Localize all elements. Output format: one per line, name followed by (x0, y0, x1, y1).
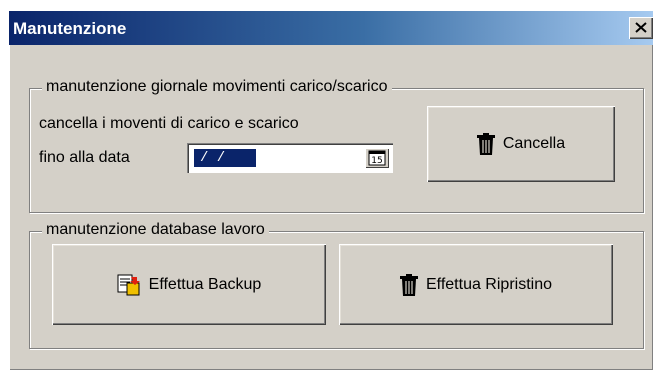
calendar-icon: 15 (368, 150, 386, 166)
backup-button[interactable]: Effettua Backup (52, 244, 326, 325)
date-label: fino alla data (39, 149, 130, 166)
window-title: Manutenzione (13, 19, 127, 38)
close-icon (635, 22, 647, 33)
restore-button[interactable]: Effettua Ripristino (339, 244, 613, 325)
svg-text:15: 15 (371, 156, 382, 166)
date-value[interactable]: / / (194, 149, 256, 167)
close-button[interactable] (629, 17, 653, 39)
trash-icon (476, 133, 495, 155)
title-bar[interactable]: Manutenzione (9, 11, 653, 45)
movements-group-legend: manutenzione giornale movimenti carico/s… (42, 78, 392, 96)
delete-button[interactable]: Cancella (427, 106, 615, 182)
date-input[interactable]: / / 15 (187, 143, 393, 173)
maintenance-dialog: Manutenzione manutenzione giornale movim… (9, 11, 653, 370)
trash-icon (400, 273, 418, 296)
delete-button-label: Cancella (502, 135, 566, 152)
backup-icon (117, 274, 141, 296)
delete-movements-description: cancella i moventi di carico e scarico (39, 115, 299, 132)
restore-button-label: Effettua Ripristino (426, 275, 552, 293)
backup-button-label: Effettua Backup (148, 275, 262, 293)
calendar-button[interactable]: 15 (365, 148, 389, 168)
database-group-legend: manutenzione database lavoro (42, 221, 269, 239)
